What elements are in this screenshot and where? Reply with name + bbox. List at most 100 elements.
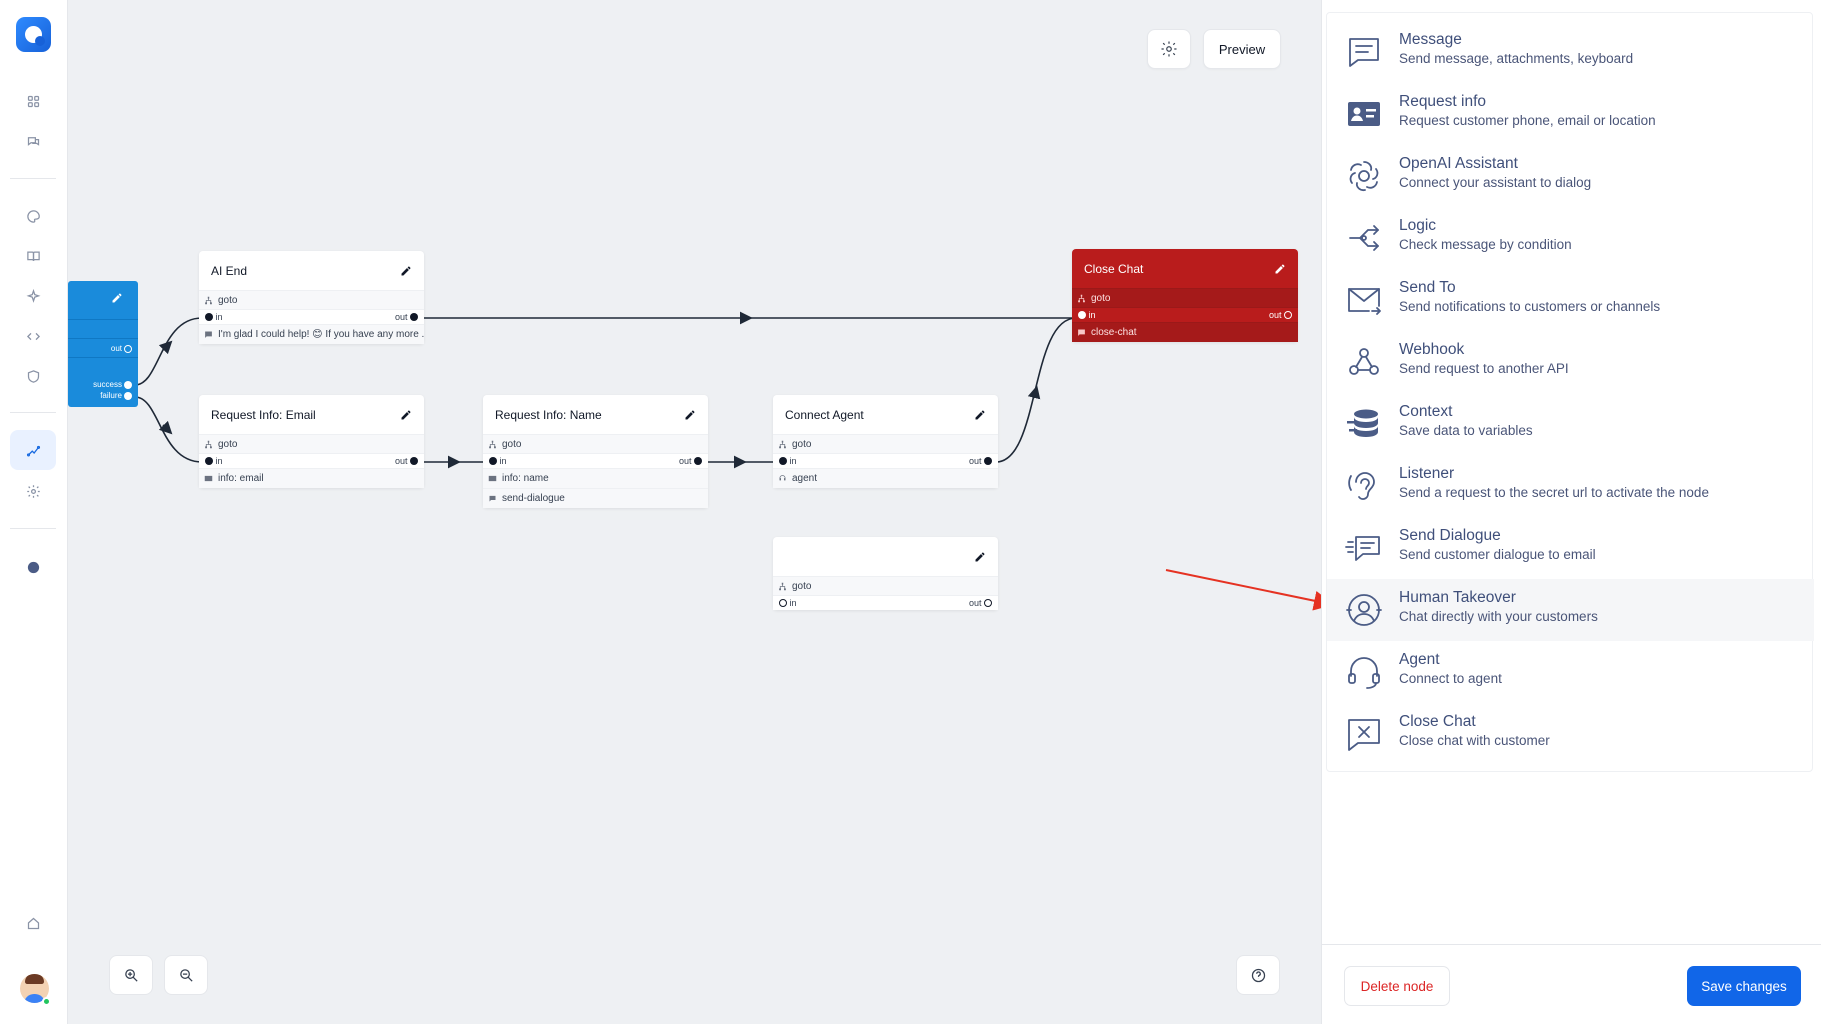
node-type-openai-assistant[interactable]: OpenAI Assistant Connect your assistant t… [1327,145,1814,207]
node-request-info-email[interactable]: Request Info: Email goto in out info: ema… [199,395,424,488]
port-label-in: in [789,598,797,608]
edit-icon[interactable] [400,265,412,277]
node-goto-label: goto [1091,292,1111,304]
panel-footer-divider [1322,944,1821,945]
node-type-desc: Chat directly with your customers [1399,609,1598,624]
success-port[interactable] [124,380,132,389]
node-ai-end[interactable]: AI End goto in out I'm glad I could help!… [199,251,424,344]
sidebar-divider [10,528,56,529]
flow-icon[interactable] [10,430,56,470]
settings-button[interactable] [1147,29,1191,69]
node-connect-agent[interactable]: Connect Agent goto in out agent [773,395,998,488]
node-type-desc: Send customer dialogue to email [1399,547,1596,562]
node-type-webhook[interactable]: Webhook Send request to another API [1327,331,1814,393]
node-type-logic[interactable]: Logic Check message by condition [1327,207,1814,269]
edit-icon[interactable] [1274,263,1286,275]
node-type-agent[interactable]: Agent Connect to agent [1327,641,1814,703]
node-type-desc: Send message, attachments, keyboard [1399,51,1634,66]
out-port[interactable] [410,313,418,321]
node-close-chat[interactable]: Close Chat goto in out close-chat [1072,249,1298,342]
port-label-out: out [110,344,122,353]
node-type-title: Send Dialogue [1399,527,1501,544]
node-type-desc: Connect to agent [1399,671,1502,686]
hierarchy-icon [778,582,787,591]
node-type-request-info[interactable]: Request info Request customer phone, emai… [1327,83,1814,145]
node-type-context[interactable]: Context Save data to variables [1327,393,1814,455]
message-icon [204,330,213,339]
in-port[interactable] [779,599,787,607]
ear-icon [1343,465,1385,507]
hierarchy-icon [1077,294,1086,303]
node-type-title: Listener [1399,465,1455,482]
home-icon[interactable] [22,912,44,934]
node-type-listener[interactable]: Listener Send a request to the secret url… [1327,455,1814,517]
zoom-out-button[interactable] [164,955,208,995]
contact-card-icon [204,474,213,483]
node-goto-label: goto [218,294,238,306]
node-type-desc: Check message by condition [1399,237,1572,252]
gear-icon[interactable] [22,480,44,502]
save-changes-button[interactable]: Save changes [1687,966,1801,1006]
zoom-in-button[interactable] [109,955,153,995]
in-port[interactable] [205,457,213,465]
node-title: AI End [211,263,248,278]
failure-port[interactable] [124,391,132,400]
out-port[interactable] [124,344,132,353]
edit-icon[interactable] [974,409,986,421]
port-label-in: in [215,312,223,322]
zoom-in-icon [124,968,138,982]
hierarchy-icon [488,440,497,449]
node-type-close-chat[interactable]: Close Chat Close chat with customer [1327,703,1814,765]
chats-icon[interactable] [22,130,44,152]
code-icon[interactable] [22,325,44,347]
node-type-human-takeover[interactable]: Human Takeover Chat directly with your cu… [1327,579,1814,641]
node-request-info-name[interactable]: Request Info: Name goto in out info: name… [483,395,708,508]
send-dialogue-icon [1343,527,1385,569]
in-port[interactable] [779,457,787,465]
shield-icon[interactable] [22,365,44,387]
webhook-icon [1343,341,1385,383]
node-title: Connect Agent [785,407,864,422]
out-port[interactable] [984,457,992,465]
node-type-title: Close Chat [1399,713,1476,730]
node-type-title: OpenAI Assistant [1399,155,1518,172]
annotation-arrow [1165,569,1334,611]
start-node[interactable]: out success failure [68,281,138,407]
mail-icon [1343,279,1385,321]
edit-icon[interactable] [974,551,986,563]
edit-icon[interactable] [400,409,412,421]
edit-icon[interactable] [111,292,123,304]
in-port[interactable] [1078,311,1086,319]
help-button[interactable] [1236,955,1280,995]
node-type-desc: Connect your assistant to dialog [1399,175,1592,190]
port-label-out: out [678,456,692,466]
logo-icon[interactable] [16,17,51,52]
sparkles-icon[interactable] [22,285,44,307]
node-type-send-dialogue[interactable]: Send Dialogue Send customer dialogue to e… [1327,517,1814,579]
node-type-title: Agent [1399,651,1440,668]
node-detail: info: email [218,473,264,484]
book-icon[interactable] [22,245,44,267]
node-untitled[interactable]: goto in out [773,537,998,610]
in-port[interactable] [489,457,497,465]
out-port[interactable] [984,599,992,607]
out-port[interactable] [410,457,418,465]
out-port[interactable] [1284,311,1292,319]
contact-card-icon [488,474,497,483]
node-detail: agent [792,473,818,484]
edge-success-to-ai-end [134,317,203,386]
node-type-title: Context [1399,403,1453,420]
delete-node-button[interactable]: Delete node [1344,966,1450,1006]
chat-bubble-icon[interactable] [22,556,44,578]
close-chat-icon [1343,713,1385,755]
port-label-out: out [968,456,982,466]
node-type-title: Webhook [1399,341,1465,358]
edit-icon[interactable] [684,409,696,421]
in-port[interactable] [205,313,213,321]
out-port[interactable] [694,457,702,465]
node-type-message[interactable]: Message Send message, attachments, keyboa… [1327,21,1814,83]
dashboard-icon[interactable] [22,90,44,112]
node-type-send-to[interactable]: Send To Send notifications to customers o… [1327,269,1814,331]
preview-button[interactable]: Preview [1203,29,1281,69]
palette-icon[interactable] [22,205,44,227]
